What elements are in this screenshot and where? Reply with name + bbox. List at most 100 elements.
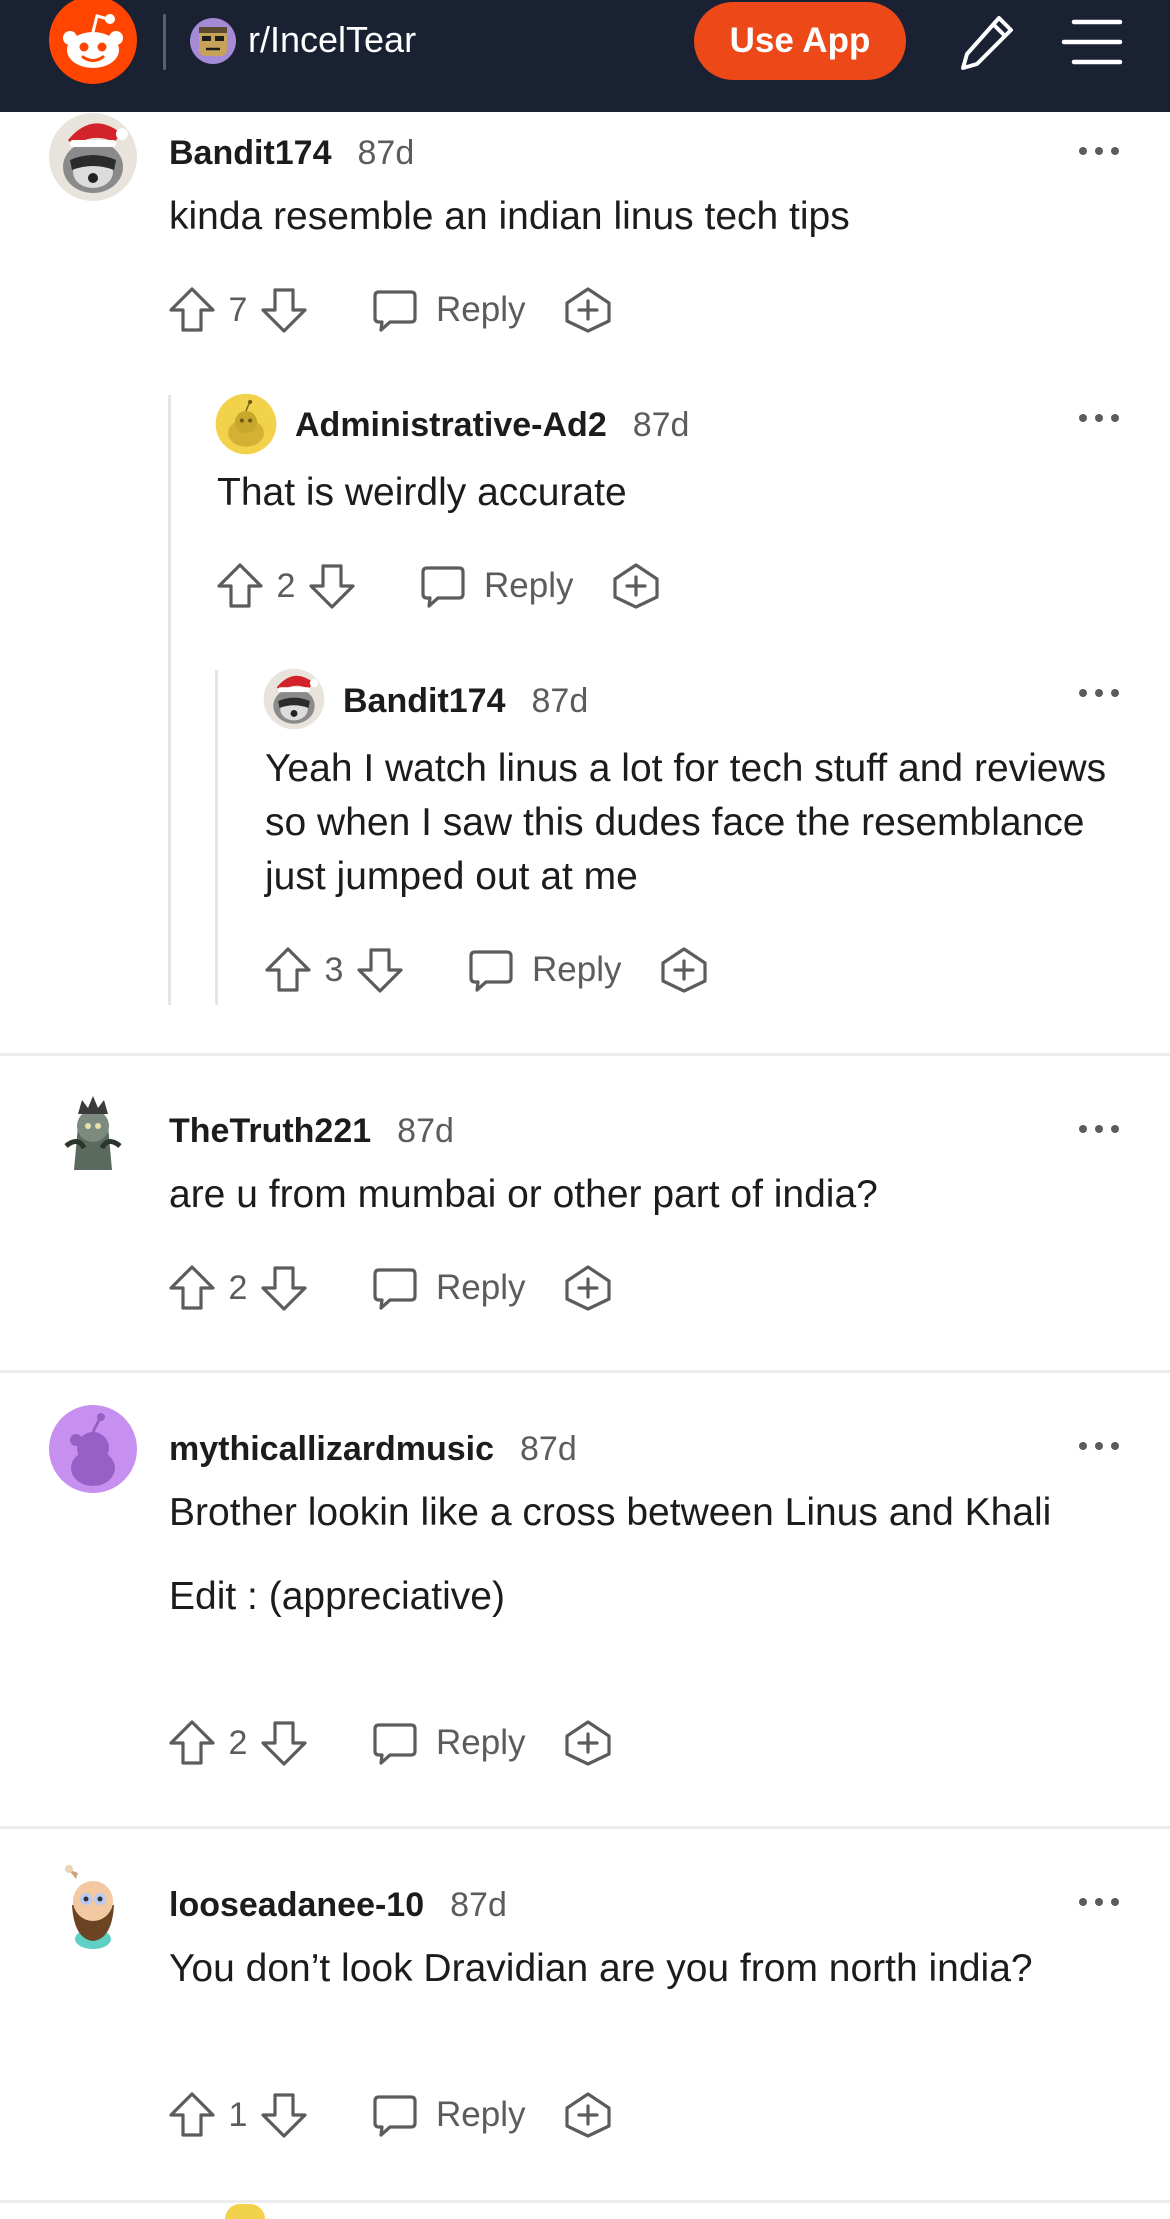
comment-meta: mythicallizardmusic 87d (169, 1424, 577, 1474)
comment-paragraph: Yeah I watch linus a lot for tech stuff … (265, 747, 1107, 898)
user-avatar[interactable] (263, 668, 325, 730)
award-icon[interactable] (563, 1263, 613, 1313)
comment-age: 87d (357, 133, 415, 172)
comment-paragraph: Edit : (appreciative) (169, 1575, 505, 1618)
downvote-icon[interactable] (306, 560, 358, 612)
comment-age: 87d (397, 1111, 454, 1150)
comment-separator (0, 1053, 1170, 1056)
reply-label: Reply (532, 950, 622, 989)
comment-meta: Bandit174 87d (169, 128, 414, 178)
more-options-icon[interactable] (1077, 1894, 1121, 1910)
award-icon[interactable] (659, 945, 709, 995)
reply-icon (370, 1263, 420, 1313)
comment-meta: Administrative-Ad2 87d (295, 400, 689, 450)
comment-body: That is weirdly accurate (217, 466, 1137, 520)
vote-score: 2 (276, 566, 296, 605)
comment-paragraph: That is weirdly accurate (217, 471, 627, 514)
user-avatar[interactable] (48, 1859, 138, 1949)
comment-separator (0, 1370, 1170, 1373)
subreddit-avatar[interactable] (189, 17, 237, 65)
reply-label: Reply (436, 1268, 526, 1307)
downvote-icon[interactable] (354, 944, 406, 996)
thread-line[interactable] (215, 670, 218, 1005)
upvote-icon[interactable] (166, 284, 218, 336)
reply-button[interactable]: Reply (370, 285, 525, 335)
award-icon[interactable] (563, 1718, 613, 1768)
more-options-icon[interactable] (1077, 410, 1121, 426)
comment-body: Yeah I watch linus a lot for tech stuff … (265, 742, 1115, 904)
top-app-bar: r/IncelTear Use App (0, 0, 1170, 112)
user-avatar[interactable] (48, 1404, 138, 1494)
reply-button[interactable]: Reply (370, 1718, 525, 1768)
comment-age: 87d (450, 1885, 507, 1924)
comment-actions: 3 Reply (262, 940, 709, 1000)
downvote-icon[interactable] (258, 284, 310, 336)
pencil-icon[interactable] (955, 12, 1017, 74)
comment-paragraph: kinda resemble an indian linus tech tips (169, 195, 850, 238)
reddit-logo[interactable] (48, 0, 138, 84)
downvote-icon[interactable] (258, 2089, 310, 2141)
comment-author[interactable]: TheTruth221 (169, 1112, 371, 1151)
reply-label: Reply (436, 290, 526, 329)
comment-separator (0, 1826, 1170, 1829)
comment-age: 87d (632, 405, 690, 444)
comment-age: 87d (531, 681, 589, 720)
reply-button[interactable]: Reply (466, 945, 621, 995)
comment-actions: 7 Reply (166, 280, 613, 340)
comment-body: Brother lookin like a cross between Linu… (169, 1486, 1099, 1624)
downvote-icon[interactable] (258, 1262, 310, 1314)
upvote-icon[interactable] (166, 1717, 218, 1769)
comment-meta: looseadanee-10 87d (169, 1880, 507, 1930)
comment-author[interactable]: Bandit174 (343, 682, 506, 721)
upvote-icon[interactable] (214, 560, 266, 612)
award-icon[interactable] (563, 285, 613, 335)
hamburger-icon[interactable] (1060, 14, 1124, 70)
reply-icon (370, 1718, 420, 1768)
reply-label: Reply (436, 1723, 526, 1762)
vote-score: 7 (228, 290, 248, 329)
reply-icon (466, 945, 516, 995)
more-options-icon[interactable] (1077, 1438, 1121, 1454)
comment-actions: 2 Reply (166, 1258, 613, 1318)
comment-author[interactable]: mythicallizardmusic (169, 1430, 494, 1469)
more-options-icon[interactable] (1077, 1121, 1121, 1137)
reply-icon (370, 2090, 420, 2140)
comment-paragraph: are u from mumbai or other part of india… (169, 1173, 878, 1216)
comment-meta: Bandit174 87d (343, 676, 588, 726)
comment-body: are u from mumbai or other part of india… (169, 1168, 1129, 1222)
comment-author[interactable]: Administrative-Ad2 (295, 406, 607, 445)
reply-button[interactable]: Reply (370, 1263, 525, 1313)
more-options-icon[interactable] (1077, 685, 1121, 701)
reply-button[interactable]: Reply (370, 2090, 525, 2140)
downvote-icon[interactable] (258, 1717, 310, 1769)
upvote-icon[interactable] (166, 1262, 218, 1314)
comment-author[interactable]: looseadanee-10 (169, 1886, 424, 1925)
more-options-icon[interactable] (1077, 143, 1121, 159)
reply-label: Reply (484, 566, 574, 605)
upvote-icon[interactable] (262, 944, 314, 996)
comment-separator (0, 2200, 1170, 2203)
reply-icon (418, 561, 468, 611)
user-avatar[interactable] (215, 393, 277, 455)
use-app-button[interactable]: Use App (694, 2, 906, 80)
award-icon[interactable] (611, 561, 661, 611)
reply-icon (370, 285, 420, 335)
thread-line[interactable] (168, 395, 171, 1005)
reply-button[interactable]: Reply (418, 561, 573, 611)
header-divider (163, 14, 166, 70)
comment-actions: 1 Reply (166, 2085, 613, 2145)
vote-score: 2 (228, 1268, 248, 1307)
next-comment-avatar-partial (225, 2204, 265, 2219)
award-icon[interactable] (563, 2090, 613, 2140)
upvote-icon[interactable] (166, 2089, 218, 2141)
comment-meta: TheTruth221 87d (169, 1106, 454, 1156)
comment-author[interactable]: Bandit174 (169, 134, 332, 173)
comment-paragraph: Brother lookin like a cross between Linu… (169, 1491, 1052, 1534)
user-avatar[interactable] (48, 112, 138, 202)
subreddit-name[interactable]: r/IncelTear (248, 16, 416, 64)
comment-actions: 2 Reply (214, 556, 661, 616)
comment-age: 87d (520, 1429, 577, 1468)
user-avatar[interactable] (48, 1086, 138, 1176)
comment-paragraph: You don’t look Dravidian are you from no… (169, 1947, 1033, 1990)
vote-score: 1 (228, 2095, 248, 2134)
